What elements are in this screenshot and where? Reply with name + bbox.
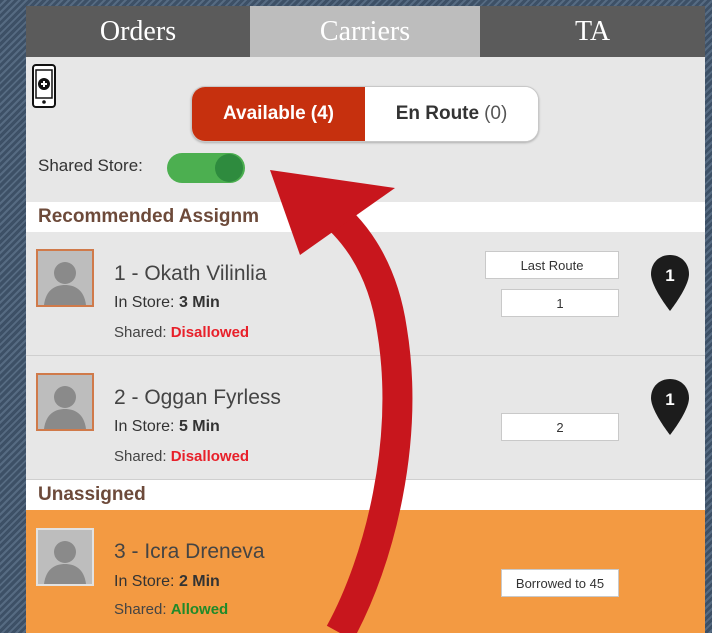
last-route-button[interactable]: Last Route bbox=[485, 251, 619, 279]
shared-store-label: Shared Store: bbox=[38, 156, 143, 175]
tab-bar: Orders Carriers TA bbox=[26, 6, 705, 57]
avatar bbox=[36, 528, 94, 586]
route-input[interactable]: 1 bbox=[501, 289, 619, 317]
shared-status: Shared: Disallowed bbox=[114, 324, 250, 341]
unassigned-section-header: Unassigned bbox=[26, 480, 705, 510]
carrier-row[interactable]: 2 - Oggan Fyrless In Store: 5 Min Shared… bbox=[26, 356, 705, 480]
available-tab[interactable]: Available (4) bbox=[192, 87, 365, 141]
shared-status: Shared: Allowed bbox=[114, 601, 229, 618]
borrowed-route-box[interactable]: Borrowed to 45 bbox=[501, 569, 619, 597]
in-store-time: In Store: 2 Min bbox=[114, 573, 220, 590]
tab-ta[interactable]: TA bbox=[480, 6, 705, 57]
carrier-name: 3 - Icra Dreneva bbox=[114, 540, 265, 563]
carriers-panel: Orders Carriers TA Available (4) En Rout… bbox=[26, 6, 705, 633]
toggle-knob bbox=[215, 154, 243, 182]
en-route-label: En Route bbox=[395, 103, 480, 124]
carrier-name: 2 - Oggan Fyrless bbox=[114, 386, 281, 409]
route-input[interactable]: 2 bbox=[501, 413, 619, 441]
tab-carriers[interactable]: Carriers bbox=[250, 6, 480, 57]
shared-status: Shared: Disallowed bbox=[114, 448, 250, 465]
en-route-tab[interactable]: En Route (0) bbox=[365, 87, 538, 141]
carrier-name: 1 - Okath Vilinlia bbox=[114, 262, 267, 285]
map-pin-icon[interactable]: 1 bbox=[648, 377, 692, 437]
in-store-time: In Store: 3 Min bbox=[114, 294, 220, 311]
avatar bbox=[36, 249, 94, 307]
avatar bbox=[36, 373, 94, 431]
pin-number: 1 bbox=[665, 390, 674, 409]
carrier-row[interactable]: 3 - Icra Dreneva In Store: 2 Min Shared:… bbox=[26, 510, 705, 633]
available-count: (4) bbox=[310, 103, 334, 124]
carrier-row[interactable]: 1 - Okath Vilinlia In Store: 3 Min Share… bbox=[26, 232, 705, 356]
map-pin-icon[interactable]: 1 bbox=[648, 253, 692, 313]
add-phone-icon[interactable] bbox=[32, 64, 56, 108]
status-segmented-control: Available (4) En Route (0) bbox=[191, 86, 539, 142]
in-store-time: In Store: 5 Min bbox=[114, 418, 220, 435]
available-label: Available bbox=[223, 103, 306, 124]
shared-store-toggle[interactable] bbox=[167, 153, 245, 183]
pin-number: 1 bbox=[665, 266, 674, 285]
tab-orders[interactable]: Orders bbox=[26, 6, 250, 57]
recommended-section-header: Recommended Assignm bbox=[26, 202, 705, 232]
en-route-count: (0) bbox=[484, 103, 508, 124]
